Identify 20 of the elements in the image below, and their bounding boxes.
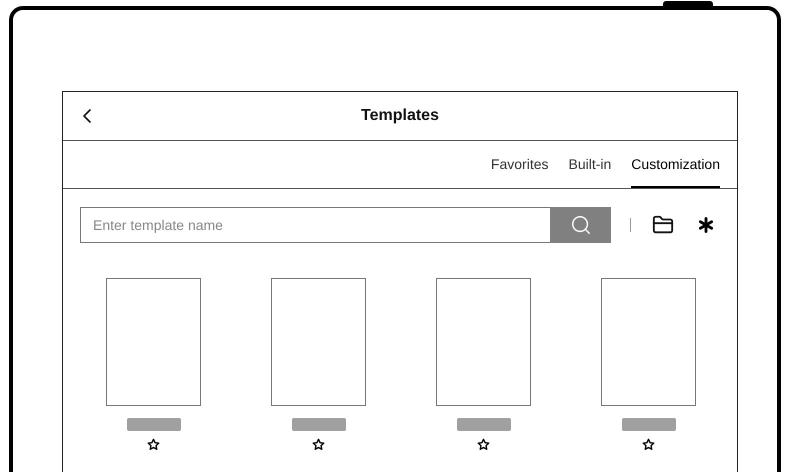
- name-placeholder: [456, 418, 510, 431]
- name-placeholder: [292, 418, 346, 431]
- search-field[interactable]: Enter template name: [80, 206, 550, 242]
- template-thumbnail[interactable]: [601, 278, 696, 406]
- star-icon[interactable]: [312, 438, 325, 451]
- tab[interactable]: Customization: [631, 141, 720, 188]
- template-thumbnail[interactable]: [106, 278, 201, 406]
- folder-icon[interactable]: [652, 214, 674, 236]
- name-placeholder: [622, 418, 676, 431]
- template-thumbnail[interactable]: [271, 278, 366, 406]
- screen-title: Templates: [361, 107, 439, 125]
- tab[interactable]: Favorites: [490, 141, 548, 188]
- star-icon[interactable]: [642, 438, 655, 451]
- star-icon[interactable]: [147, 438, 160, 451]
- name-placeholder: [126, 418, 180, 431]
- tab[interactable]: Built-in: [568, 141, 612, 188]
- search-button[interactable]: [550, 206, 611, 242]
- search-icon: [570, 214, 592, 236]
- star-icon[interactable]: [477, 438, 490, 451]
- template-thumbnail[interactable]: [436, 278, 531, 406]
